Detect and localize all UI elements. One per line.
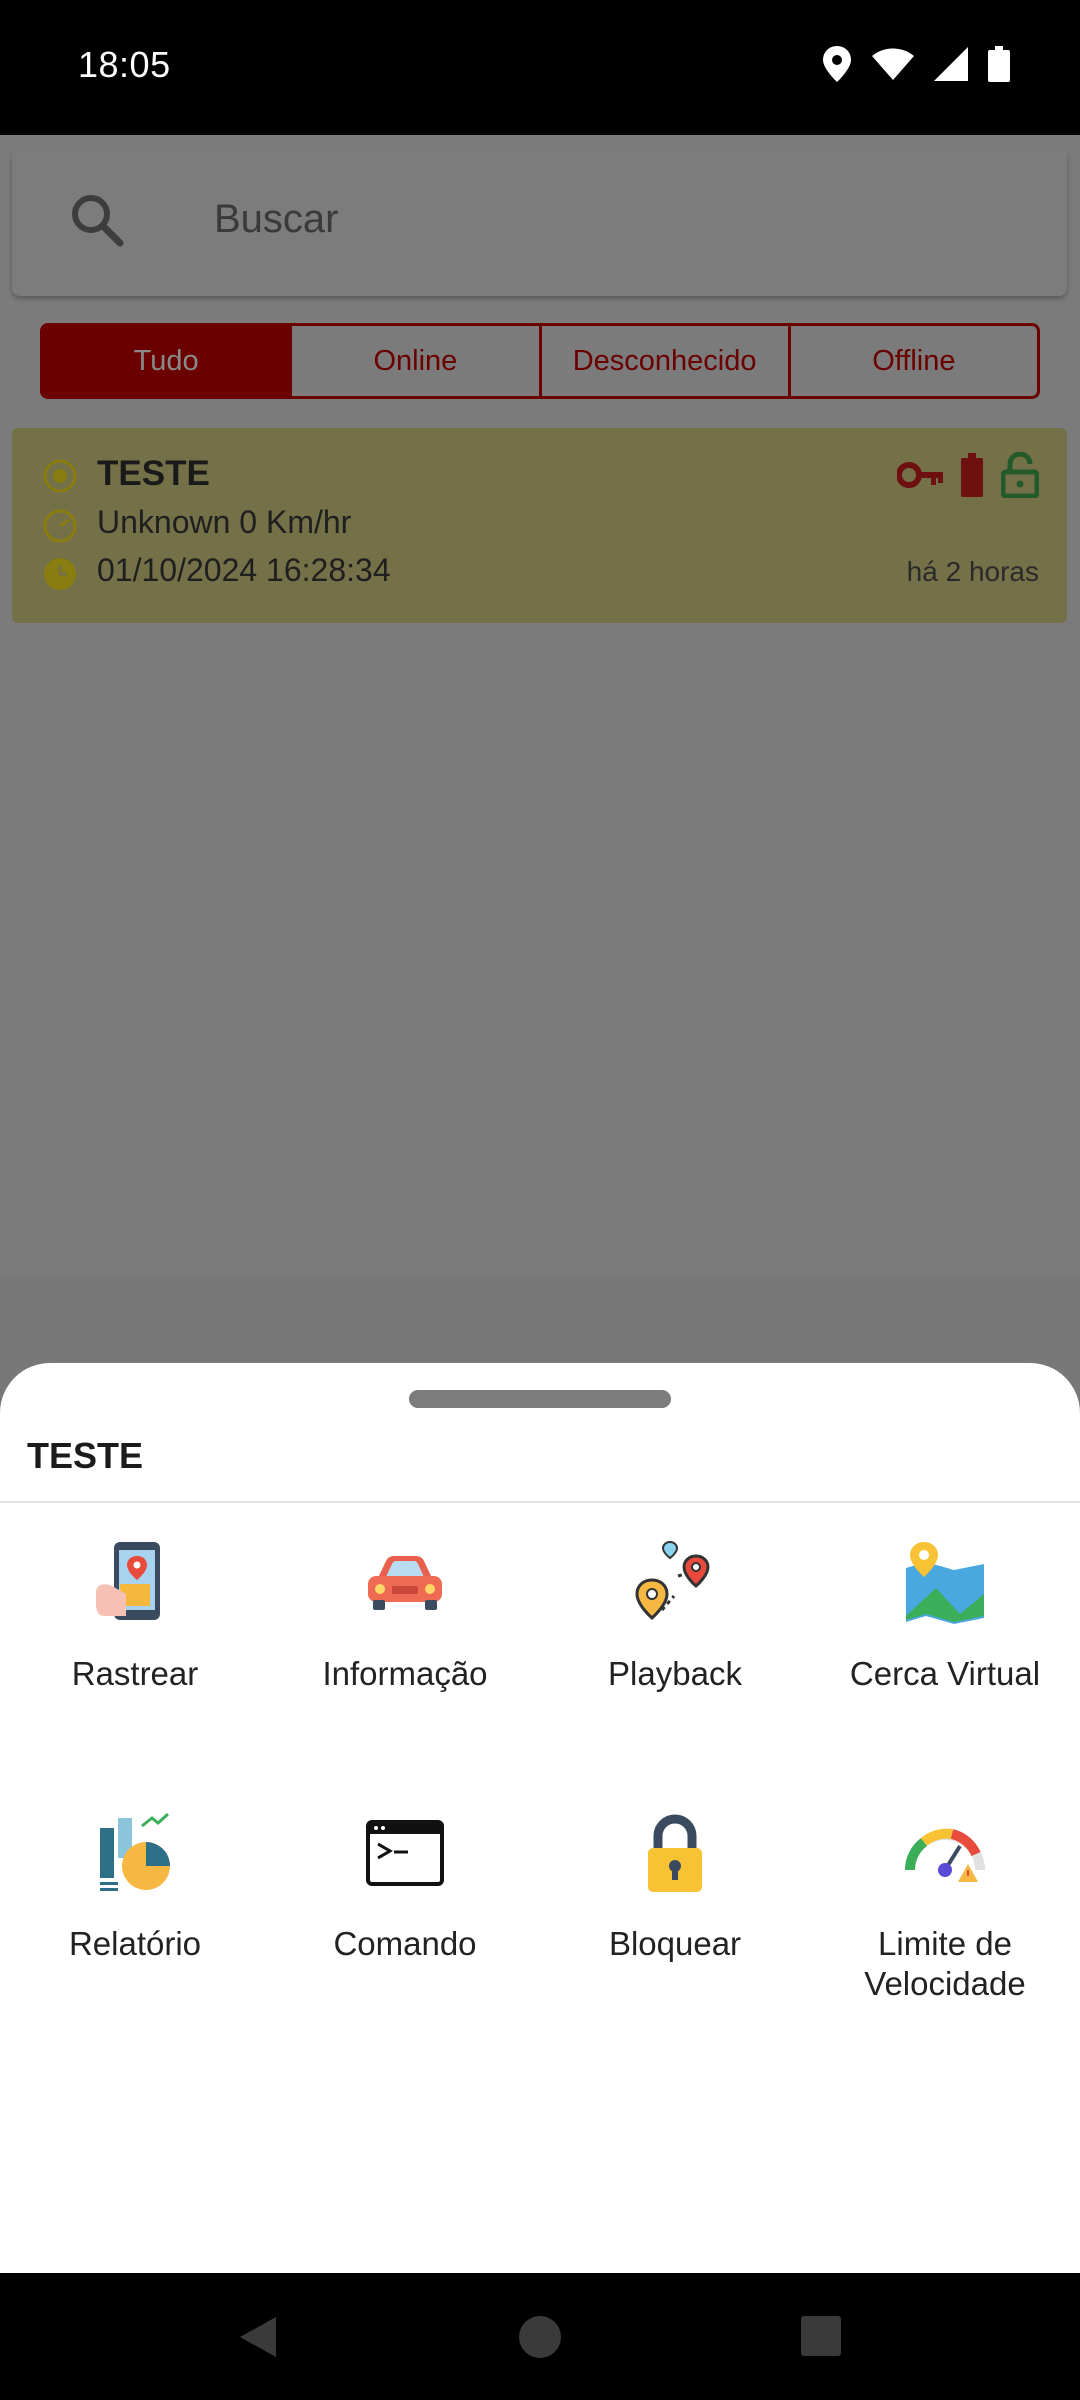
action-bloquear[interactable]: Bloquear [540, 1808, 810, 1964]
route-pins-icon [635, 1540, 710, 1620]
status-icons [822, 46, 1010, 82]
status-time: 18:05 [78, 44, 171, 85]
device-card[interactable]: TESTE Unknown 0 Km/hr 01/10/2024 16:28:3… [12, 428, 1067, 623]
device-last-update: há 2 horas [906, 556, 1039, 587]
car-icon [368, 1556, 442, 1610]
wifi-icon [872, 48, 914, 80]
target-icon [43, 459, 77, 493]
search-bar[interactable]: Buscar [12, 148, 1067, 296]
action-rastrear[interactable]: Rastrear [0, 1538, 270, 1694]
action-playback[interactable]: Playback [540, 1538, 810, 1694]
terminal-icon [366, 1820, 444, 1886]
battery-icon [961, 453, 983, 497]
speed-icon [43, 509, 77, 543]
tab-online[interactable]: Online [292, 326, 542, 396]
track-phone-icon [96, 1542, 160, 1620]
geofence-map-icon [906, 1542, 984, 1624]
back-icon[interactable] [236, 2315, 280, 2359]
location-icon [823, 46, 851, 82]
action-label: Relatório [68, 1925, 202, 1962]
key-icon [897, 462, 943, 488]
clock-icon [44, 558, 76, 590]
filter-tabs: Tudo Online Desconhecido Offline [40, 323, 1040, 399]
tab-desconhecido[interactable]: Desconhecido [542, 326, 791, 396]
battery-icon [988, 46, 1010, 82]
action-label: Limite de Velocidade [864, 1925, 1026, 2002]
home-icon[interactable] [518, 2315, 562, 2359]
tab-offline[interactable]: Offline [791, 326, 1037, 396]
action-label: Rastrear [71, 1655, 199, 1692]
report-chart-icon [100, 1812, 170, 1891]
action-cerca-virtual[interactable]: Cerca Virtual [810, 1538, 1080, 1694]
device-status-icons [897, 452, 1039, 498]
sheet-title: TESTE [27, 1435, 144, 1476]
tab-tudo[interactable]: Tudo [43, 326, 293, 396]
divider [0, 1501, 1080, 1503]
device-datetime: 01/10/2024 16:28:34 [97, 552, 391, 588]
action-label: Playback [608, 1655, 742, 1692]
app-background [0, 135, 1080, 1275]
signal-icon [934, 47, 968, 81]
action-label: Cerca Virtual [849, 1655, 1041, 1692]
device-status-speed: Unknown 0 Km/hr [97, 504, 352, 540]
padlock-icon [648, 1814, 702, 1892]
recents-icon[interactable] [800, 2315, 842, 2357]
action-comando[interactable]: Comando [270, 1808, 540, 1964]
speedometer-icon [905, 1828, 985, 1882]
lock-open-icon [1001, 452, 1039, 498]
status-bar: 18:05 [0, 0, 1080, 135]
bottom-sheet: TESTE Rastrear Informação Playback Cerca… [0, 1363, 1080, 2273]
system-nav-bar [0, 2273, 1080, 2400]
action-label: Informação [322, 1655, 488, 1692]
action-informacao[interactable]: Informação [270, 1538, 540, 1694]
device-name: TESTE [97, 454, 210, 493]
drag-handle[interactable] [409, 1390, 671, 1408]
action-relatorio[interactable]: Relatório [0, 1808, 270, 1964]
action-limite-velocidade[interactable]: Limite de Velocidade [810, 1808, 1080, 2004]
search-icon [72, 195, 124, 247]
action-label: Comando [333, 1925, 477, 1962]
search-input[interactable]: Buscar [214, 197, 339, 242]
action-label: Bloquear [608, 1925, 742, 1962]
